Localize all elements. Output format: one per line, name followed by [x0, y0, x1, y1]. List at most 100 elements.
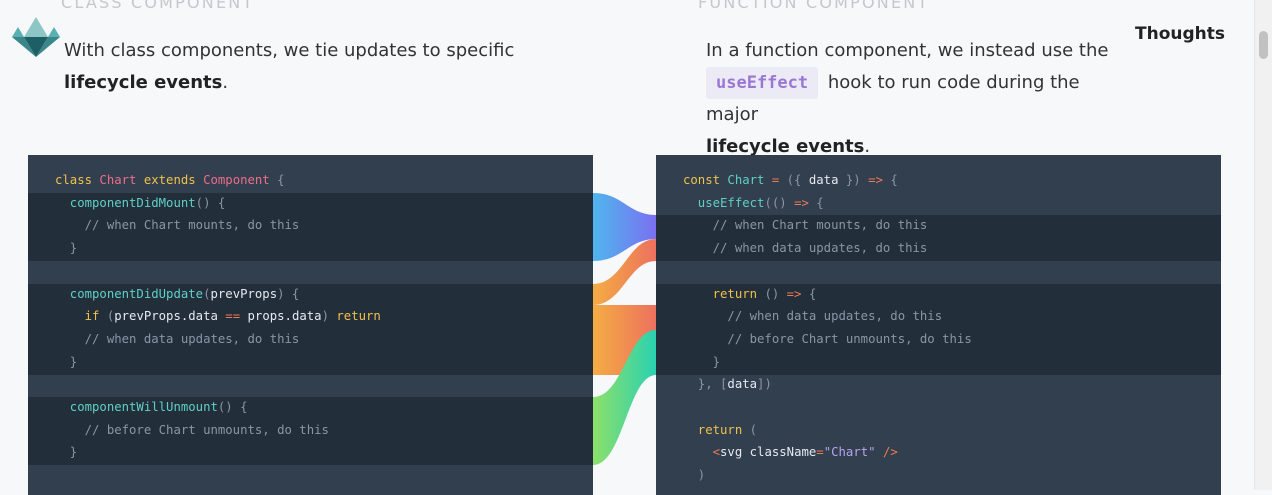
code-token: className — [749, 445, 817, 460]
code-token: componentWillUnmount — [55, 400, 218, 414]
nav-thoughts-link[interactable]: Thoughts — [1135, 24, 1225, 44]
code-token: return — [683, 286, 765, 301]
code-token: => — [794, 195, 817, 210]
code-line: // before Chart unmounts, do this — [55, 419, 329, 442]
code-token: }, [ — [683, 377, 728, 392]
code-line: } — [55, 441, 77, 464]
code-line: componentDidMount() { — [55, 192, 226, 215]
code-token: class — [55, 173, 100, 187]
code-line: return () => { — [683, 283, 817, 306]
code-line: componentWillUnmount() { — [55, 396, 248, 419]
code-token: } — [683, 354, 721, 369]
code-line: class Chart extends Component { — [55, 169, 285, 192]
code-token: .data — [284, 309, 322, 324]
lifecycle-connector-flows — [593, 193, 656, 465]
code-token: ) — [683, 468, 706, 483]
code-token: /> — [882, 445, 898, 460]
code-token: return — [683, 422, 750, 437]
class-intro-period: . — [222, 72, 229, 93]
class-component-heading: CLASS COMPONENT — [61, 0, 255, 12]
code-token: useEffect — [683, 195, 765, 210]
code-line: componentDidUpdate(prevProps) { — [55, 283, 300, 306]
code-token: == — [225, 309, 248, 324]
code-token: // when data updates, do this — [55, 331, 300, 346]
code-line: // when Chart mounts, do this — [683, 214, 928, 237]
code-line: if (prevProps.data == props.data) return — [55, 305, 381, 328]
code-token: "Chart" — [823, 445, 883, 460]
class-component-code-block: class Chart extends Component { componen… — [28, 155, 593, 495]
code-token: data — [808, 173, 846, 187]
code-token: }) — [845, 173, 869, 187]
code-token: ]) — [757, 377, 772, 392]
code-token: () — [764, 286, 787, 301]
function-component-code-block: const Chart = ({ data }) => { useEffect(… — [656, 155, 1221, 495]
page-scrollbar[interactable] — [1254, 0, 1272, 490]
logo-icon[interactable] — [10, 17, 62, 57]
use-effect-inline-code: useEffect — [706, 67, 819, 99]
code-token: .data — [180, 309, 226, 324]
code-token: ) { — [277, 286, 300, 301]
class-intro-text: With class components, we tie updates to… — [64, 40, 515, 61]
code-token: { — [808, 286, 817, 301]
function-intro-text: In a function component, we instead use … — [706, 40, 1109, 61]
code-token: if — [55, 309, 107, 324]
code-line: ) — [683, 464, 705, 487]
class-component-description: With class components, we tie updates to… — [64, 35, 534, 99]
code-token: // when data updates, do this — [683, 241, 928, 256]
code-token: extends — [143, 173, 204, 187]
code-token: => — [786, 286, 809, 301]
code-token: } — [55, 241, 78, 256]
function-lifecycle-events-text: lifecycle events — [706, 136, 865, 157]
code-token: componentDidUpdate — [55, 286, 204, 301]
code-token: ({ — [786, 173, 809, 187]
code-token: Chart — [99, 173, 144, 187]
code-line: } — [55, 351, 77, 374]
code-token: = — [816, 445, 824, 460]
code-token: // before Chart unmounts, do this — [683, 331, 972, 346]
code-line: <svg className="Chart" /> — [683, 441, 898, 464]
code-line: useEffect(() => { — [683, 192, 824, 215]
code-line: // when data updates, do this — [55, 328, 300, 351]
code-token: prevProps — [210, 286, 278, 301]
code-line: } — [55, 237, 77, 260]
code-line: const Chart = ({ data }) => { — [683, 169, 898, 192]
code-token: = — [771, 173, 787, 187]
code-token: Chart — [727, 173, 772, 187]
code-token: { — [816, 195, 824, 210]
code-token: => — [868, 173, 891, 187]
code-line: return ( — [683, 419, 757, 442]
function-component-description: In a function component, we instead use … — [706, 35, 1126, 163]
code-token: props — [247, 309, 285, 324]
code-token: const — [683, 173, 728, 187]
code-line: // when Chart mounts, do this — [55, 214, 300, 237]
code-token: // before Chart unmounts, do this — [55, 422, 329, 437]
code-token: // when Chart mounts, do this — [683, 218, 928, 233]
class-lifecycle-events-text: lifecycle events — [64, 72, 223, 93]
code-token: () { — [217, 400, 248, 414]
code-token: componentDidMount — [55, 195, 196, 210]
code-token: } — [55, 445, 78, 460]
code-token: () { — [195, 195, 226, 210]
code-token: (() — [764, 195, 795, 210]
function-component-heading: FUNCTION COMPONENT — [698, 0, 930, 12]
code-line: // before Chart unmounts, do this — [683, 328, 972, 351]
scrollbar-thumb[interactable] — [1259, 31, 1268, 59]
code-token: ) — [321, 309, 337, 324]
code-token: return — [336, 309, 381, 324]
code-token: Component — [203, 173, 278, 187]
function-intro-period: . — [864, 136, 871, 157]
code-token: svg — [720, 445, 750, 460]
code-token: } — [55, 354, 78, 369]
code-token: // when data updates, do this — [683, 309, 943, 324]
code-token: prevProps — [114, 309, 181, 324]
code-token: { — [277, 173, 285, 187]
code-line: // when data updates, do this — [683, 237, 928, 260]
code-line: // when data updates, do this — [683, 305, 942, 328]
code-token: data — [727, 377, 758, 392]
code-token: { — [890, 173, 898, 187]
code-token: // when Chart mounts, do this — [55, 218, 300, 233]
code-line: } — [683, 351, 720, 374]
code-line: }, [data]) — [683, 373, 772, 396]
code-token: < — [683, 445, 721, 460]
code-token: ( — [749, 422, 758, 437]
